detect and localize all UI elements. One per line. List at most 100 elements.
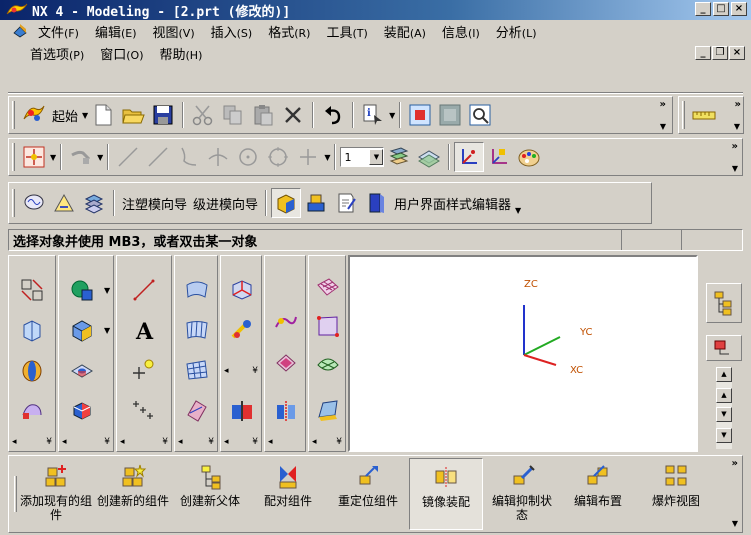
- chevron-down-icon[interactable]: ▼: [104, 326, 110, 335]
- drafting-icon[interactable]: [49, 188, 79, 218]
- new-file-icon[interactable]: [88, 100, 118, 130]
- chevron-down-icon[interactable]: ▼: [732, 164, 738, 173]
- menu-help[interactable]: 帮助(H): [152, 44, 211, 63]
- feature-shapes-icon[interactable]: [59, 272, 105, 308]
- layer-select[interactable]: 1 ▼: [340, 147, 385, 167]
- chevron-left-icon[interactable]: ◂: [178, 437, 183, 447]
- chevron-left-icon[interactable]: ◂: [224, 366, 229, 376]
- toolbar-grip[interactable]: [12, 101, 15, 129]
- layer-settings-icon[interactable]: [384, 142, 414, 172]
- palette-icon[interactable]: [514, 142, 544, 172]
- sweep-along-guide-icon[interactable]: [263, 306, 309, 342]
- menu-information[interactable]: 信息(I): [434, 22, 488, 41]
- arc-icon[interactable]: [173, 142, 203, 172]
- palette-scroll[interactable]: ◂ ¥: [175, 435, 217, 449]
- save-icon[interactable]: [148, 100, 178, 130]
- chevron-down-icon[interactable]: ▼: [732, 519, 738, 528]
- mdi-restore-button[interactable]: ❐: [712, 46, 728, 60]
- menu-analysis[interactable]: 分析(L): [488, 22, 545, 41]
- ruled-surface-icon[interactable]: [174, 312, 220, 348]
- sweep-icon[interactable]: [9, 392, 55, 428]
- zoom-window-icon[interactable]: [465, 100, 495, 130]
- chevron-down-icon[interactable]: ▼: [660, 122, 666, 131]
- extrude-frame-icon[interactable]: [9, 312, 55, 348]
- chevron-left-icon[interactable]: ◂: [312, 437, 317, 447]
- scroll-up-button[interactable]: ▲: [716, 388, 732, 403]
- chevron-left-icon[interactable]: ◂: [268, 437, 273, 447]
- menu-preferences[interactable]: 首选项(P): [22, 44, 92, 63]
- edit-arrangement-button[interactable]: 编辑布置: [563, 458, 633, 530]
- palette-scroll[interactable]: ◂ ¥: [9, 435, 55, 449]
- assembly-icon[interactable]: [301, 188, 331, 218]
- create-new-component-button[interactable]: 创建新的组件: [97, 458, 169, 530]
- fit-view-icon[interactable]: [405, 100, 435, 130]
- sketch-icon[interactable]: [9, 272, 55, 308]
- line-icon[interactable]: [113, 142, 143, 172]
- toolbar-overflow-icon[interactable]: »: [735, 99, 741, 110]
- bounded-plane-icon[interactable]: [174, 392, 220, 428]
- undo-icon[interactable]: [318, 100, 348, 130]
- line-point-icon[interactable]: [143, 142, 173, 172]
- chevron-down-icon[interactable]: ¥: [46, 437, 52, 447]
- copy-icon[interactable]: [218, 100, 248, 130]
- mold-wizard-button[interactable]: 注塑模向导: [119, 194, 190, 213]
- mdi-minimize-button[interactable]: _: [695, 46, 711, 60]
- hole-icon[interactable]: [59, 352, 105, 388]
- chevron-down-icon[interactable]: ▼: [389, 111, 395, 120]
- exploded-view-button[interactable]: 爆炸视图: [641, 458, 711, 530]
- toolbar-grip[interactable]: [682, 101, 685, 129]
- chevron-down-icon[interactable]: ▼: [50, 153, 56, 162]
- chevron-down-icon[interactable]: ¥: [208, 437, 214, 447]
- chevron-down-icon[interactable]: ¥: [162, 437, 168, 447]
- points-icon[interactable]: [121, 392, 167, 428]
- cross-arc-icon[interactable]: [203, 142, 233, 172]
- manufacturing-icon[interactable]: [79, 188, 109, 218]
- menu-view[interactable]: 视图(V): [145, 22, 203, 41]
- mesh-surface-icon[interactable]: [174, 352, 220, 388]
- palette-scroll[interactable]: ◂ ¥: [309, 435, 345, 449]
- circle-icon[interactable]: [263, 142, 293, 172]
- document-edit-icon[interactable]: [331, 188, 361, 218]
- mirror-body-icon[interactable]: [263, 392, 309, 428]
- revolve-icon[interactable]: [9, 352, 55, 388]
- toolbar-overflow-icon[interactable]: »: [732, 458, 738, 469]
- menu-format[interactable]: 格式(R): [260, 22, 318, 41]
- chevron-left-icon[interactable]: ◂: [12, 437, 17, 447]
- toolbar-grip[interactable]: [12, 189, 15, 217]
- menu-edit[interactable]: 编辑(E): [87, 22, 145, 41]
- curve-line-icon[interactable]: [121, 272, 167, 308]
- assembly-navigator-tab[interactable]: [706, 283, 742, 323]
- minimize-button[interactable]: _: [695, 2, 711, 16]
- palette-scroll[interactable]: ◂ ¥: [221, 364, 261, 378]
- chevron-down-icon[interactable]: ¥: [252, 437, 258, 447]
- scroll-bottom-button[interactable]: ▼: [716, 428, 732, 443]
- wcs-icon[interactable]: [454, 142, 485, 172]
- chevron-down-icon[interactable]: ¥: [252, 366, 258, 376]
- toolbar-grip[interactable]: [14, 476, 17, 512]
- point-icon[interactable]: [293, 142, 323, 172]
- surface-icon[interactable]: [174, 272, 220, 308]
- edit-suppression-state-button[interactable]: 编辑抑制状态: [487, 458, 557, 530]
- ruler-icon[interactable]: [689, 100, 719, 130]
- csys-icon[interactable]: [484, 142, 514, 172]
- chevron-down-icon[interactable]: ¥: [104, 437, 110, 447]
- progressive-die-wizard-button[interactable]: 级进模向导: [190, 194, 261, 213]
- split-body-icon[interactable]: [219, 392, 265, 428]
- toolbar-overflow-icon[interactable]: »: [660, 99, 666, 110]
- add-existing-component-button[interactable]: 添加现有的组件: [19, 458, 93, 530]
- delete-icon[interactable]: [278, 100, 308, 130]
- menu-window[interactable]: 窗口(O): [92, 44, 151, 63]
- brain-icon[interactable]: [19, 188, 49, 218]
- menu-assembly[interactable]: 装配(A): [376, 22, 434, 41]
- zoom-icon[interactable]: [435, 100, 465, 130]
- reposition-component-button[interactable]: 重定位组件: [329, 458, 407, 530]
- chevron-down-icon[interactable]: ▼: [324, 153, 330, 162]
- boss-icon[interactable]: [59, 392, 105, 428]
- quilt-surface-icon[interactable]: [305, 308, 351, 344]
- resource-scrollbar[interactable]: ▲ ▲ ▼ ▼: [716, 367, 732, 449]
- snap-point-icon[interactable]: [66, 142, 96, 172]
- ui-styler-button[interactable]: 用户界面样式编辑器: [391, 194, 514, 213]
- modeling-icon[interactable]: [271, 188, 302, 218]
- door-icon[interactable]: [361, 188, 391, 218]
- start-button[interactable]: 起始: [49, 106, 81, 125]
